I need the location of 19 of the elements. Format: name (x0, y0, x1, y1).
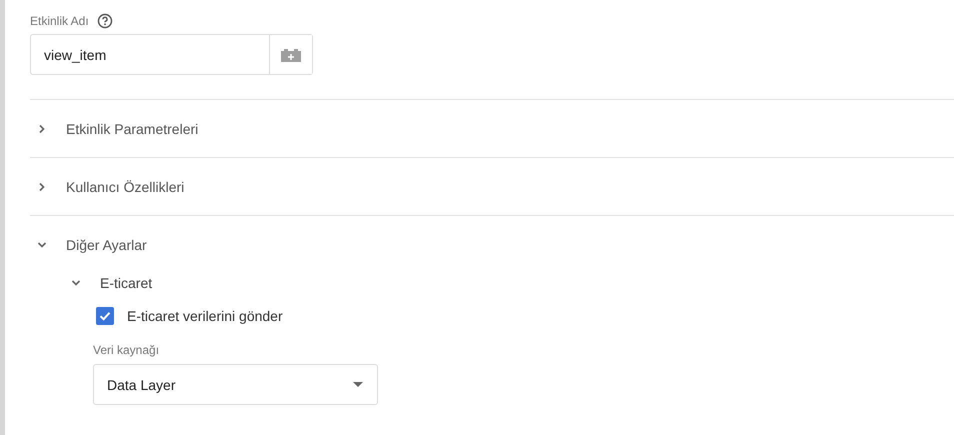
help-icon[interactable] (96, 13, 113, 29)
select-label: Veri kaynağı (93, 343, 160, 357)
subsection-title[interactable]: E-ticaret (100, 275, 152, 291)
chevron-icon[interactable] (71, 278, 81, 288)
section-title[interactable]: Diğer Ayarlar (66, 236, 147, 252)
chevron-icon[interactable] (37, 124, 47, 134)
checkbox-label: E-ticaret verilerini gönder (127, 308, 283, 324)
brick-icon (280, 48, 302, 62)
chevron-icon[interactable] (37, 240, 47, 250)
field-label: Etkinlik Adı (30, 14, 89, 28)
dropdown-arrow-icon (353, 382, 363, 387)
checkmark-icon (98, 309, 112, 323)
event-name-field[interactable]: view_item (30, 34, 313, 75)
section-title[interactable]: Kullanıcı Özellikleri (66, 178, 184, 194)
data-source-dropdown[interactable]: Data Layer (93, 364, 378, 405)
variable-button[interactable] (269, 35, 312, 74)
section-title[interactable]: Etkinlik Parametreleri (66, 120, 198, 136)
chevron-icon[interactable] (37, 182, 47, 192)
checkbox[interactable] (96, 307, 114, 325)
